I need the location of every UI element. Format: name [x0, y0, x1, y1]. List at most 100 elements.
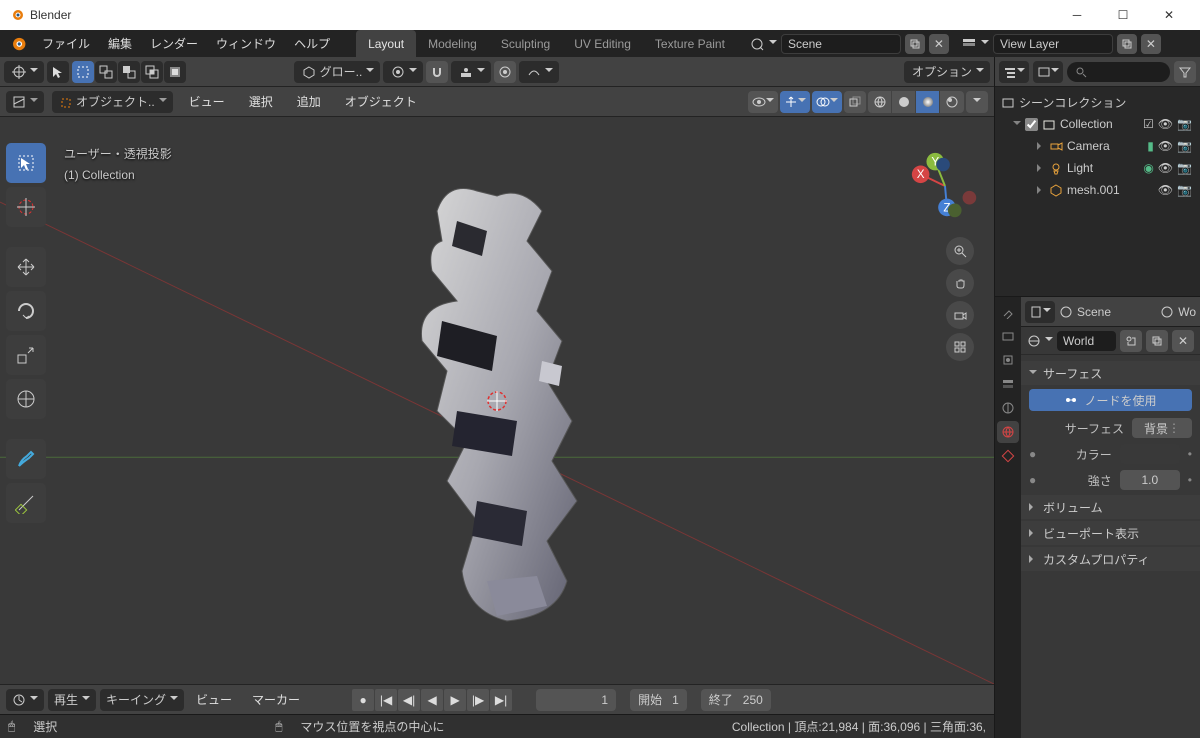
menu-window[interactable]: ウィンドウ — [208, 31, 284, 56]
outliner-item-mesh[interactable]: mesh.001 👁📷 — [995, 179, 1200, 201]
outliner-collection[interactable]: Collection ☑👁📷 — [995, 113, 1200, 135]
options-dropdown[interactable]: オプション — [904, 61, 990, 83]
world-new-button[interactable] — [1120, 330, 1142, 352]
outliner-editor-dropdown[interactable] — [999, 61, 1029, 83]
viewlayer-copy-button[interactable] — [1117, 34, 1137, 54]
tool-select[interactable] — [6, 143, 46, 183]
viewlayer-name-field[interactable]: View Layer — [993, 34, 1113, 54]
exclude-icon[interactable]: ☑ — [1143, 117, 1154, 131]
snap-toggle[interactable] — [426, 61, 448, 83]
snap-dropdown[interactable] — [451, 61, 491, 83]
mode-dropdown[interactable]: オブジェクト.. — [52, 91, 173, 113]
keying-dropdown[interactable]: キーイング — [100, 689, 184, 711]
tool-annotate[interactable] — [6, 439, 46, 479]
timeline-marker-menu[interactable]: マーカー — [244, 688, 308, 711]
shading-wireframe[interactable] — [868, 91, 892, 113]
autokey-button[interactable]: ● — [352, 689, 374, 711]
nav-camera-icon[interactable] — [946, 301, 974, 329]
editor-type-dropdown[interactable] — [6, 91, 44, 113]
outliner-display-dropdown[interactable] — [1033, 61, 1063, 83]
properties-editor-dropdown[interactable] — [1025, 301, 1055, 323]
scene-browse-icon[interactable] — [749, 36, 765, 52]
overlay-toggle[interactable] — [812, 91, 842, 113]
prop-tab-viewlayer[interactable] — [997, 373, 1019, 395]
xray-toggle[interactable] — [844, 91, 866, 113]
playback-dropdown[interactable]: 再生 — [48, 689, 96, 711]
eye-icon[interactable]: 👁 — [1158, 139, 1173, 153]
viewlayer-dropdown-chev[interactable] — [981, 37, 989, 51]
panel-volume[interactable]: ボリューム — [1021, 495, 1200, 519]
timeline-view-menu[interactable]: ビュー — [188, 688, 240, 711]
proportional-dropdown[interactable] — [519, 61, 559, 83]
panel-surface[interactable]: サーフェス — [1021, 361, 1200, 385]
render-icon[interactable]: 📷 — [1177, 161, 1192, 175]
menu-view3d-select[interactable]: 選択 — [241, 90, 281, 113]
jump-start-button[interactable]: |◀ — [375, 689, 397, 711]
prop-tab-object[interactable] — [997, 445, 1019, 467]
select-invert-icon[interactable] — [164, 61, 186, 83]
render-icon[interactable]: 📷 — [1177, 183, 1192, 197]
collection-checkbox[interactable] — [1025, 118, 1038, 131]
shading-rendered[interactable] — [940, 91, 964, 113]
tool-rotate[interactable] — [6, 291, 46, 331]
prop-tab-scene[interactable] — [997, 397, 1019, 419]
eye-icon[interactable]: 👁 — [1158, 183, 1173, 197]
scene-delete-button[interactable]: ✕ — [929, 34, 949, 54]
viewlayer-browse-icon[interactable] — [961, 36, 977, 52]
world-icon[interactable] — [1027, 334, 1041, 348]
tab-texturepaint[interactable]: Texture Paint — [643, 30, 737, 57]
world-copy-button[interactable] — [1146, 330, 1168, 352]
cursor-snap-dropdown[interactable] — [4, 61, 44, 83]
tab-uvediting[interactable]: UV Editing — [562, 30, 643, 57]
eye-icon[interactable]: 👁 — [1158, 117, 1173, 131]
scene-name-field[interactable]: Scene — [781, 34, 901, 54]
outliner-tree[interactable]: シーンコレクション Collection ☑👁📷 Camera ▮👁📷 — [995, 87, 1200, 296]
nav-gizmo[interactable]: X Y Z — [906, 147, 984, 225]
nav-zoom-icon[interactable] — [946, 237, 974, 265]
tool-transform[interactable] — [6, 379, 46, 419]
menu-view3d-object[interactable]: オブジェクト — [337, 90, 425, 113]
jump-end-button[interactable]: ▶| — [490, 689, 512, 711]
use-nodes-button[interactable]: ノードを使用 — [1029, 389, 1192, 411]
next-key-button[interactable]: |▶ — [467, 689, 489, 711]
shading-options-dropdown[interactable] — [966, 91, 988, 113]
select-intersect-icon[interactable] — [141, 61, 163, 83]
world-unlink-button[interactable]: ✕ — [1172, 330, 1194, 352]
restrict-icon[interactable]: ◉ — [1143, 161, 1153, 175]
visibility-toggle[interactable] — [748, 91, 778, 113]
tool-measure[interactable] — [6, 483, 46, 523]
prop-tab-output[interactable] — [997, 349, 1019, 371]
timeline-editor-dropdown[interactable] — [6, 689, 44, 711]
menu-view3d-add[interactable]: 追加 — [289, 90, 329, 113]
outliner-filter-button[interactable] — [1174, 61, 1196, 83]
viewport-3d[interactable]: ユーザー・透視投影 (1) Collection — [0, 117, 994, 684]
render-icon[interactable]: 📷 — [1177, 117, 1192, 131]
shading-solid[interactable] — [892, 91, 916, 113]
select-box-icon[interactable] — [72, 61, 94, 83]
disclosure-icon[interactable] — [1013, 117, 1021, 132]
start-frame-field[interactable]: 開始1 — [630, 689, 687, 711]
tab-modeling[interactable]: Modeling — [416, 30, 489, 57]
play-reverse-button[interactable]: ◀ — [421, 689, 443, 711]
orientation-dropdown[interactable]: グロー.. — [294, 61, 381, 83]
select-cursor-tool-icon[interactable] — [47, 61, 69, 83]
render-icon[interactable]: 📷 — [1177, 139, 1192, 153]
outliner-item-light[interactable]: Light ◉👁📷 — [995, 157, 1200, 179]
surface-field-value[interactable]: 背景 ⋮ — [1132, 418, 1192, 438]
tab-sculpting[interactable]: Sculpting — [489, 30, 562, 57]
shading-material[interactable] — [916, 91, 940, 113]
tool-scale[interactable] — [6, 335, 46, 375]
menu-render[interactable]: レンダー — [142, 31, 206, 56]
proportional-toggle[interactable] — [494, 61, 516, 83]
prop-tab-render[interactable] — [997, 325, 1019, 347]
tool-move[interactable] — [6, 247, 46, 287]
menu-edit[interactable]: 編集 — [100, 31, 140, 56]
panel-custom-props[interactable]: カスタムプロパティ — [1021, 547, 1200, 571]
scene-copy-button[interactable] — [905, 34, 925, 54]
disclosure-icon[interactable] — [1037, 161, 1045, 175]
tool-cursor[interactable] — [6, 187, 46, 227]
prop-tab-tool[interactable] — [997, 301, 1019, 323]
current-frame-field[interactable]: 1 — [536, 689, 616, 711]
nav-persp-icon[interactable] — [946, 333, 974, 361]
world-name-field[interactable]: World — [1057, 331, 1116, 351]
